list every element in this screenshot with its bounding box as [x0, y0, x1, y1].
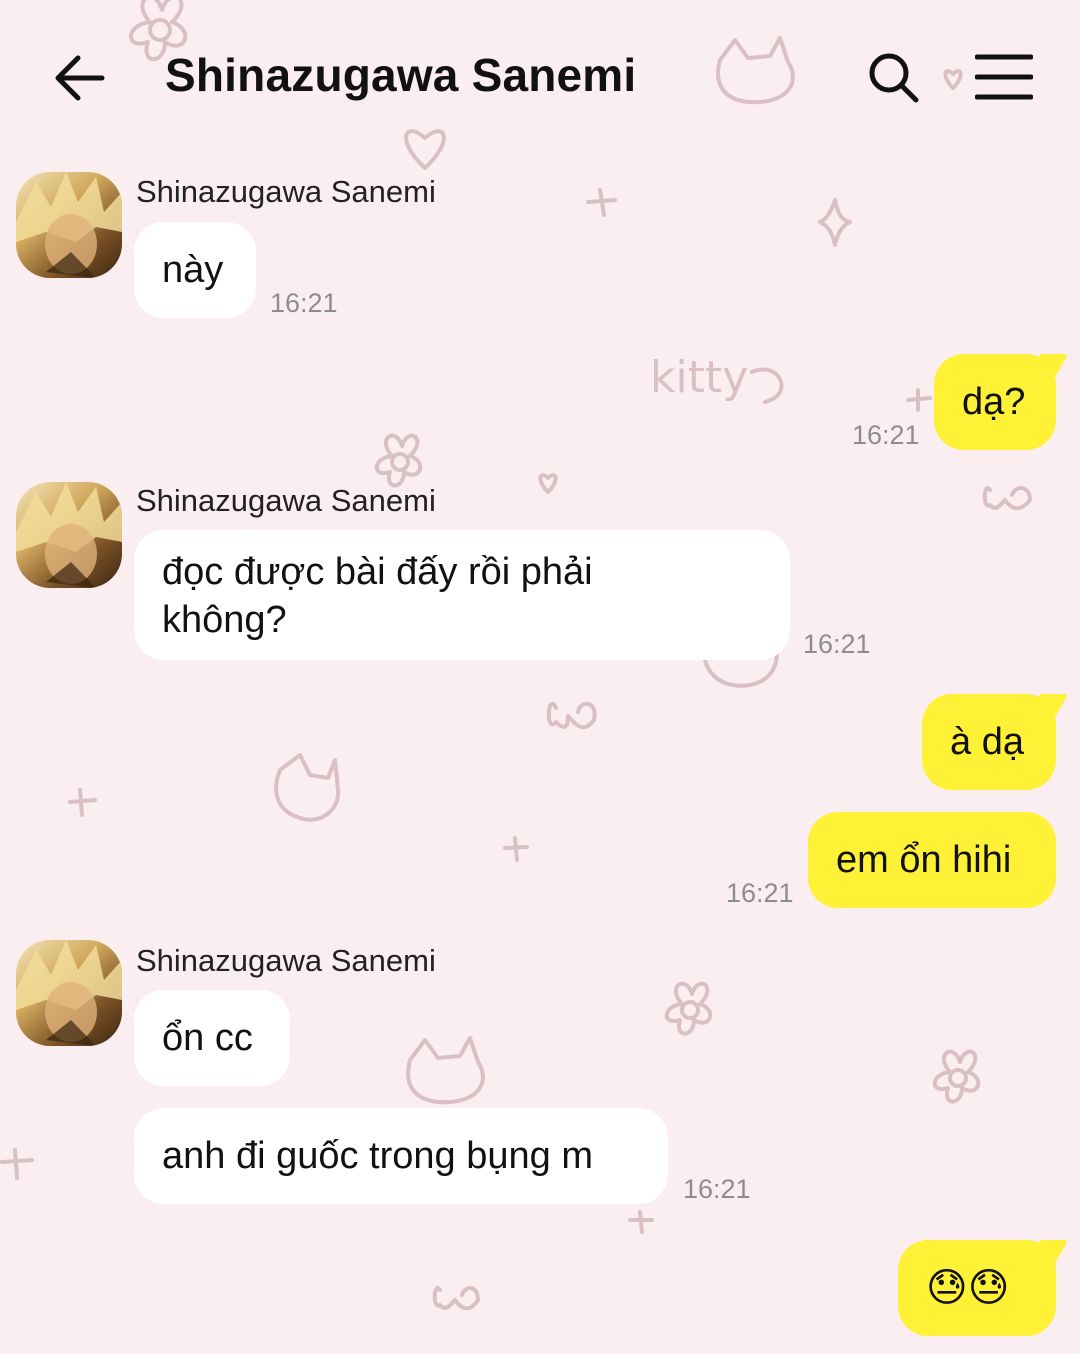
emoji-message: 😓😓	[926, 1266, 1010, 1310]
outgoing-message-bubble[interactable]: dạ?	[934, 354, 1056, 450]
message-text-line: không?	[162, 599, 287, 641]
message-text: em ổn hihi	[836, 839, 1012, 881]
sender-name: Shinazugawa Sanemi	[136, 943, 436, 978]
arrow-left-icon	[55, 55, 105, 101]
back-button[interactable]	[50, 48, 110, 108]
menu-button[interactable]	[974, 52, 1034, 102]
hamburger-menu-icon	[974, 54, 1034, 100]
sender-name: Shinazugawa Sanemi	[136, 483, 436, 518]
search-icon	[869, 53, 919, 103]
message-timestamp: 16:21	[270, 288, 338, 318]
message-text: à dạ	[950, 721, 1024, 763]
chat-header: Shinazugawa Sanemi	[0, 0, 1080, 150]
search-button[interactable]	[866, 50, 922, 106]
avatar[interactable]	[16, 940, 122, 1046]
message-timestamp: 16:21	[683, 1174, 751, 1204]
incoming-message-bubble[interactable]: anh đi guốc trong bụng m	[134, 1108, 668, 1204]
message-timestamp: 16:21	[852, 420, 920, 450]
kitty-doodle-text: kitty	[650, 352, 748, 403]
avatar[interactable]	[16, 482, 122, 588]
avatar[interactable]	[16, 172, 122, 278]
message-text: anh đi guốc trong bụng m	[162, 1135, 593, 1177]
message-text-line: đọc được bài đấy rồi phải	[162, 551, 593, 593]
incoming-message-bubble[interactable]: này	[134, 222, 256, 318]
outgoing-message-bubble[interactable]: em ổn hihi	[808, 812, 1056, 908]
outgoing-message-bubble[interactable]: 😓😓	[898, 1240, 1056, 1336]
message-timestamp: 16:21	[726, 878, 794, 908]
message-timestamp: 16:21	[803, 629, 871, 659]
incoming-message-bubble[interactable]: đọc được bài đấy rồi phải không?	[134, 530, 790, 660]
chat-title: Shinazugawa Sanemi	[165, 49, 637, 101]
message-text: này	[162, 249, 224, 291]
incoming-message-bubble[interactable]: ổn cc	[134, 990, 290, 1086]
outgoing-message-bubble[interactable]: à dạ	[922, 694, 1056, 790]
message-text: dạ?	[962, 381, 1026, 423]
sender-name: Shinazugawa Sanemi	[136, 174, 436, 209]
message-text: ổn cc	[162, 1017, 253, 1059]
